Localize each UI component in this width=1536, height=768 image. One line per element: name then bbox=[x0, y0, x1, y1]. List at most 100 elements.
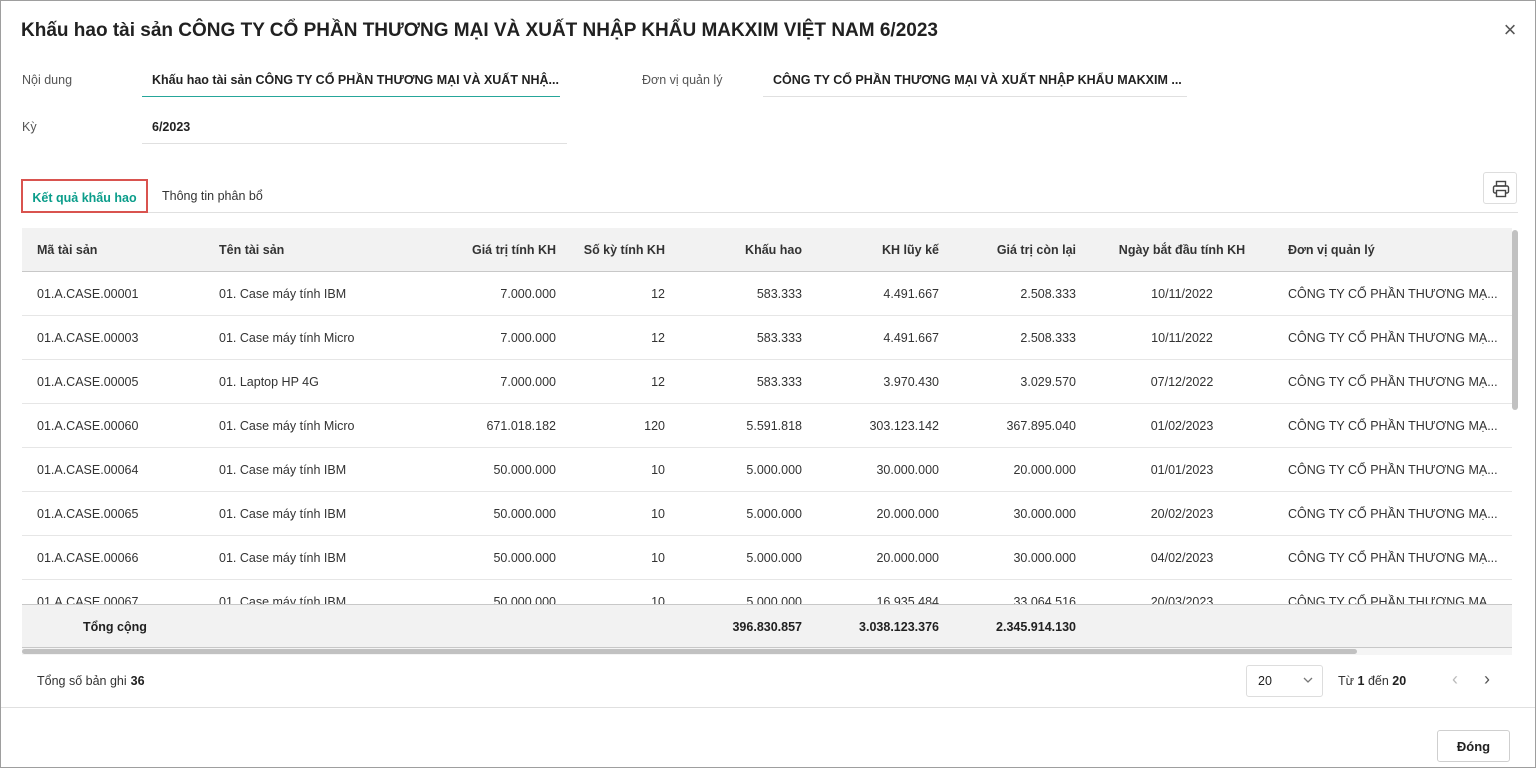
cell-asset-name: 01. Case máy tính IBM bbox=[219, 595, 347, 604]
table-row[interactable]: 01.A.CASE.00060 01. Case máy tính Micro … bbox=[22, 404, 1512, 448]
cell-depreciation: 583.333 bbox=[756, 375, 802, 389]
cell-start-date: 10/11/2022 bbox=[1151, 331, 1213, 345]
col-accumulated[interactable]: KH lũy kế bbox=[839, 228, 939, 272]
cell-remaining: 20.000.000 bbox=[1013, 463, 1076, 477]
cell-remaining: 2.508.333 bbox=[1020, 287, 1076, 301]
vertical-scrollbar[interactable] bbox=[1511, 228, 1519, 412]
cell-start-date: 20/03/2023 bbox=[1150, 595, 1214, 604]
cell-asset-name: 01. Laptop HP 4G bbox=[219, 375, 319, 389]
content-label: Nội dung bbox=[22, 73, 73, 87]
horizontal-scrollbar[interactable] bbox=[22, 648, 1512, 655]
printer-icon bbox=[1492, 180, 1510, 198]
cell-depreciable-value: 50.000.000 bbox=[493, 551, 556, 565]
cell-start-date: 20/02/2023 bbox=[1150, 507, 1214, 521]
cell-asset-code: 01.A.CASE.00060 bbox=[37, 419, 139, 433]
horizontal-scroll-thumb[interactable] bbox=[22, 649, 1357, 654]
col-start-date[interactable]: Ngày bắt đầu tính KH bbox=[1112, 228, 1252, 272]
table-row[interactable]: 01.A.CASE.00066 01. Case máy tính IBM 50… bbox=[22, 536, 1512, 580]
cell-start-date: 01/02/2023 bbox=[1150, 419, 1214, 433]
cell-remaining: 33.064.516 bbox=[1013, 595, 1076, 604]
cell-periods: 12 bbox=[651, 331, 665, 345]
cell-accumulated: 3.970.430 bbox=[883, 375, 939, 389]
total-depreciation: 396.830.857 bbox=[732, 620, 802, 634]
chevron-down-icon bbox=[1302, 673, 1314, 690]
page-size-select[interactable]: 20 bbox=[1246, 665, 1323, 697]
table-row[interactable]: 01.A.CASE.00065 01. Case máy tính IBM 50… bbox=[22, 492, 1512, 536]
table-row[interactable]: 01.A.CASE.00067 01. Case máy tính IBM 50… bbox=[22, 580, 1512, 604]
tab-depreciation-result[interactable]: Kết quả khấu hao bbox=[21, 179, 148, 213]
cell-asset-code: 01.A.CASE.00067 bbox=[37, 595, 139, 604]
period-label: Kỳ bbox=[22, 120, 37, 134]
range-from: 1 bbox=[1357, 674, 1365, 688]
cell-periods: 10 bbox=[651, 507, 665, 521]
record-count-value: 36 bbox=[130, 674, 145, 688]
page-size-value: 20 bbox=[1258, 674, 1272, 688]
cell-accumulated: 4.491.667 bbox=[883, 287, 939, 301]
table-row[interactable]: 01.A.CASE.00064 01. Case máy tính IBM 50… bbox=[22, 448, 1512, 492]
table-row[interactable]: 01.A.CASE.00005 01. Laptop HP 4G 7.000.0… bbox=[22, 360, 1512, 404]
cell-depreciation: 5.000.000 bbox=[746, 507, 802, 521]
cell-depreciation: 583.333 bbox=[756, 331, 802, 345]
col-periods[interactable]: Số kỳ tính KH bbox=[565, 228, 665, 272]
cell-managing-unit: CÔNG TY CỔ PHẦN THƯƠNG MẠ... bbox=[1288, 463, 1498, 477]
cell-depreciable-value: 671.018.182 bbox=[486, 419, 556, 433]
total-accumulated: 3.038.123.376 bbox=[859, 620, 939, 634]
cell-depreciation: 5.000.000 bbox=[746, 551, 802, 565]
cell-managing-unit: CÔNG TY CỔ PHẦN THƯƠNG MẠ... bbox=[1288, 375, 1498, 389]
close-button[interactable]: Đóng bbox=[1437, 730, 1510, 762]
cell-depreciable-value: 7.000.000 bbox=[500, 375, 556, 389]
cell-asset-code: 01.A.CASE.00001 bbox=[37, 287, 139, 301]
cell-remaining: 30.000.000 bbox=[1013, 507, 1076, 521]
cell-asset-name: 01. Case máy tính IBM bbox=[219, 507, 347, 521]
col-managing-unit[interactable]: Đơn vị quản lý bbox=[1288, 228, 1375, 272]
cell-asset-code: 01.A.CASE.00064 bbox=[37, 463, 139, 477]
cell-asset-code: 01.A.CASE.00005 bbox=[37, 375, 139, 389]
cell-remaining: 3.029.570 bbox=[1020, 375, 1076, 389]
col-depreciation[interactable]: Khấu hao bbox=[702, 228, 802, 272]
unit-field[interactable]: CÔNG TY CỔ PHẦN THƯƠNG MẠI VÀ XUẤT NHẬP … bbox=[763, 71, 1187, 97]
cell-periods: 12 bbox=[651, 375, 665, 389]
cell-remaining: 2.508.333 bbox=[1020, 331, 1076, 345]
cell-managing-unit: CÔNG TY CỔ PHẦN THƯƠNG MẠ... bbox=[1288, 595, 1498, 604]
content-field[interactable]: Khấu hao tài sản CÔNG TY CỔ PHẦN THƯƠNG … bbox=[142, 71, 560, 97]
vertical-scroll-thumb[interactable] bbox=[1512, 230, 1518, 410]
cell-depreciation: 5.000.000 bbox=[746, 595, 802, 604]
cell-accumulated: 16.935.484 bbox=[876, 595, 939, 604]
tab-allocation-info[interactable]: Thông tin phân bổ bbox=[162, 179, 263, 213]
cell-managing-unit: CÔNG TY CỔ PHẦN THƯƠNG MẠ... bbox=[1288, 287, 1498, 301]
table-row[interactable]: 01.A.CASE.00003 01. Case máy tính Micro … bbox=[22, 316, 1512, 360]
col-remaining[interactable]: Giá trị còn lại bbox=[976, 228, 1076, 272]
footer-divider bbox=[1, 707, 1535, 708]
cell-start-date: 01/01/2023 bbox=[1150, 463, 1214, 477]
cell-asset-name: 01. Case máy tính IBM bbox=[219, 463, 347, 477]
cell-start-date: 10/11/2022 bbox=[1151, 287, 1213, 301]
print-button[interactable] bbox=[1483, 172, 1517, 204]
col-asset-name[interactable]: Tên tài sản bbox=[219, 228, 284, 272]
cell-remaining: 367.895.040 bbox=[1006, 419, 1076, 433]
prev-page-icon[interactable]: ‹ bbox=[1446, 669, 1464, 691]
range-from-label: Từ bbox=[1338, 674, 1355, 688]
close-icon[interactable]: × bbox=[1499, 19, 1521, 41]
cell-asset-name: 01. Case máy tính Micro bbox=[219, 419, 355, 433]
cell-remaining: 30.000.000 bbox=[1013, 551, 1076, 565]
total-remaining: 2.345.914.130 bbox=[996, 620, 1076, 634]
cell-depreciation: 5.591.818 bbox=[746, 419, 802, 433]
cell-depreciable-value: 50.000.000 bbox=[493, 595, 556, 604]
dialog-title: Khấu hao tài sản CÔNG TY CỔ PHẦN THƯƠNG … bbox=[21, 20, 938, 41]
table-body: 01.A.CASE.00001 01. Case máy tính IBM 7.… bbox=[22, 272, 1512, 604]
cell-asset-code: 01.A.CASE.00066 bbox=[37, 551, 139, 565]
next-page-icon[interactable]: › bbox=[1478, 669, 1496, 691]
table-row[interactable]: 01.A.CASE.00001 01. Case máy tính IBM 7.… bbox=[22, 272, 1512, 316]
depreciation-dialog: Khấu hao tài sản CÔNG TY CỔ PHẦN THƯƠNG … bbox=[0, 0, 1536, 768]
cell-managing-unit: CÔNG TY CỔ PHẦN THƯƠNG MẠ... bbox=[1288, 419, 1498, 433]
period-field[interactable]: 6/2023 bbox=[142, 118, 567, 144]
col-depreciable-value[interactable]: Giá trị tính KH bbox=[452, 228, 556, 272]
cell-depreciation: 5.000.000 bbox=[746, 463, 802, 477]
col-asset-code[interactable]: Mã tài sản bbox=[37, 228, 97, 272]
range-to: 20 bbox=[1392, 674, 1407, 688]
cell-start-date: 04/02/2023 bbox=[1150, 551, 1214, 565]
cell-managing-unit: CÔNG TY CỔ PHẦN THƯƠNG MẠ... bbox=[1288, 331, 1498, 345]
total-label: Tổng cộng bbox=[83, 620, 147, 634]
cell-periods: 10 bbox=[651, 595, 665, 604]
table-total-row: Tổng cộng 396.830.857 3.038.123.376 2.34… bbox=[22, 604, 1512, 648]
